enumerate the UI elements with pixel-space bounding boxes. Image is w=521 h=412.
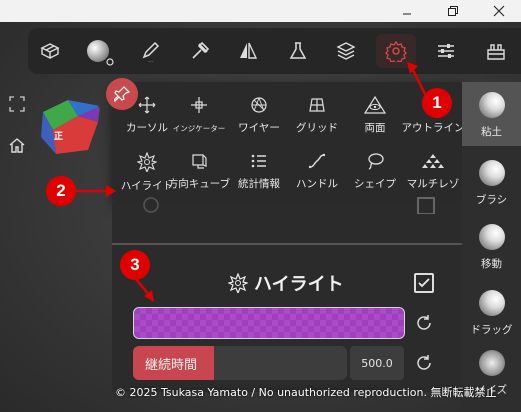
annotation-marker-1: 1: [422, 88, 452, 118]
copyright-watermark: © 2025 Tsukasa Yamato / No unauthorized …: [115, 386, 497, 399]
annotation-arrows: [76, 62, 430, 302]
annotation-marker-3: 3: [120, 250, 150, 280]
annotation-marker-2: 2: [46, 176, 76, 206]
